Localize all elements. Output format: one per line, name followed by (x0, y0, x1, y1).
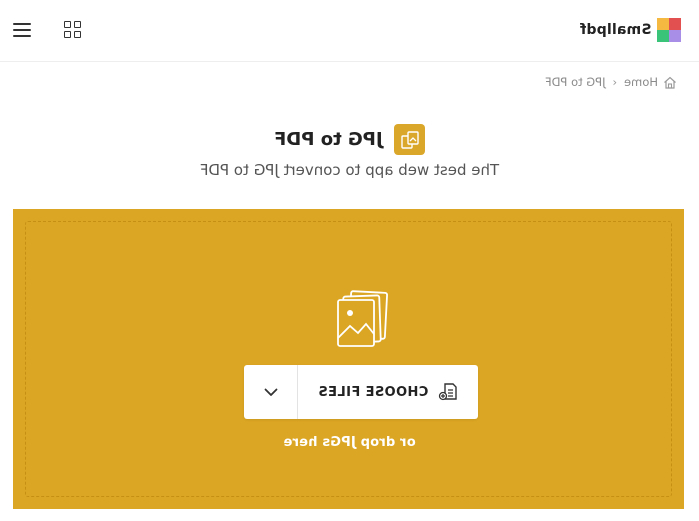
breadcrumb-home[interactable]: Home (624, 75, 658, 89)
logo[interactable]: Smallpdf (580, 18, 682, 42)
chevron-down-icon[interactable] (244, 365, 298, 419)
image-files-icon (332, 288, 392, 348)
grid-apps-icon[interactable] (64, 21, 82, 39)
tool-title-row: JPG to PDF (0, 124, 699, 155)
top-bar: Smallpdf (0, 0, 699, 62)
file-drop-zone[interactable]: CHOOSE FILES or drop JPGs here (13, 209, 684, 509)
hamburger-menu-icon[interactable] (13, 22, 31, 38)
page-subtitle: The best web app to convert JPG to PDF (199, 161, 500, 179)
home-icon[interactable] (663, 76, 677, 89)
file-upload-icon (438, 382, 458, 402)
breadcrumb: JPG to PDF › Home (545, 74, 677, 90)
choose-files-label: CHOOSE FILES (317, 384, 429, 400)
breadcrumb-separator: › (612, 75, 618, 89)
logo-text: Smallpdf (580, 22, 652, 38)
logo-mark-icon (657, 18, 682, 42)
jpg-to-pdf-icon (394, 124, 426, 155)
drop-zone-border: CHOOSE FILES or drop JPGs here (25, 221, 672, 497)
choose-files-group: CHOOSE FILES (244, 365, 478, 419)
page-title: JPG to PDF (273, 129, 383, 150)
choose-files-button[interactable]: CHOOSE FILES (298, 365, 478, 419)
breadcrumb-current: JPG to PDF (545, 75, 606, 89)
drop-hint: or drop JPGs here (283, 435, 416, 450)
